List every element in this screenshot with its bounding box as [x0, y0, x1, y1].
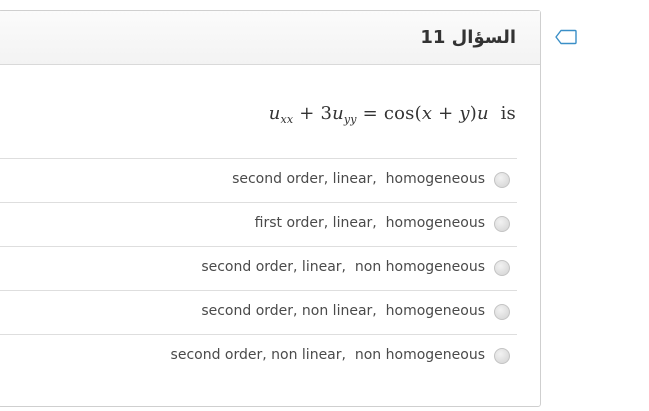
- equation-u3: u: [476, 103, 489, 124]
- equation-u2: u: [332, 103, 344, 124]
- answer-label: second order, linear, homogeneous: [232, 171, 485, 187]
- answer-label: first order, linear, homogeneous: [254, 215, 485, 231]
- answer-option-4[interactable]: second order, non linear, homogeneous: [0, 290, 517, 334]
- answer-option-3[interactable]: second order, linear, non homogeneous: [0, 246, 517, 290]
- answer-list: second order, linear, homogeneous first …: [0, 158, 517, 378]
- equation-plus: +: [432, 103, 460, 124]
- question-header: السؤال 11: [0, 11, 540, 65]
- answer-option-5[interactable]: second order, non linear, non homogeneou…: [0, 334, 517, 378]
- question-card: السؤال 11 uxx + 3uyy = cos(x + y)u is se…: [0, 10, 541, 407]
- quiz-page: السؤال 11 uxx + 3uyy = cos(x + y)u is se…: [0, 0, 649, 411]
- radio-button-icon[interactable]: [494, 216, 510, 232]
- answer-label: second order, linear, non homogeneous: [201, 259, 485, 275]
- radio-button-icon[interactable]: [494, 348, 510, 364]
- radio-button-icon[interactable]: [494, 304, 510, 320]
- equation-y: y: [459, 103, 470, 124]
- equation-plus-3: + 3: [293, 103, 333, 124]
- equation-sub-yy: yy: [343, 113, 357, 126]
- answer-label: second order, non linear, non homogeneou…: [170, 347, 485, 363]
- equation-x: x: [421, 103, 433, 124]
- equation-close: ): [469, 103, 477, 124]
- answer-option-2[interactable]: first order, linear, homogeneous: [0, 202, 517, 246]
- answer-option-1[interactable]: second order, linear, homogeneous: [0, 158, 517, 202]
- radio-button-icon[interactable]: [494, 172, 510, 188]
- question-title: السؤال 11: [420, 27, 516, 48]
- equation-u: u: [268, 103, 281, 124]
- equation-is: is: [488, 103, 516, 124]
- question-text: uxx + 3uyy = cos(x + y)u is: [269, 103, 516, 126]
- radio-button-icon[interactable]: [494, 260, 510, 276]
- equation-sub-xx: xx: [280, 113, 294, 126]
- equation-eq-cos: = cos(: [356, 103, 422, 124]
- answer-label: second order, non linear, homogeneous: [201, 303, 485, 319]
- flag-question-icon[interactable]: [555, 29, 577, 45]
